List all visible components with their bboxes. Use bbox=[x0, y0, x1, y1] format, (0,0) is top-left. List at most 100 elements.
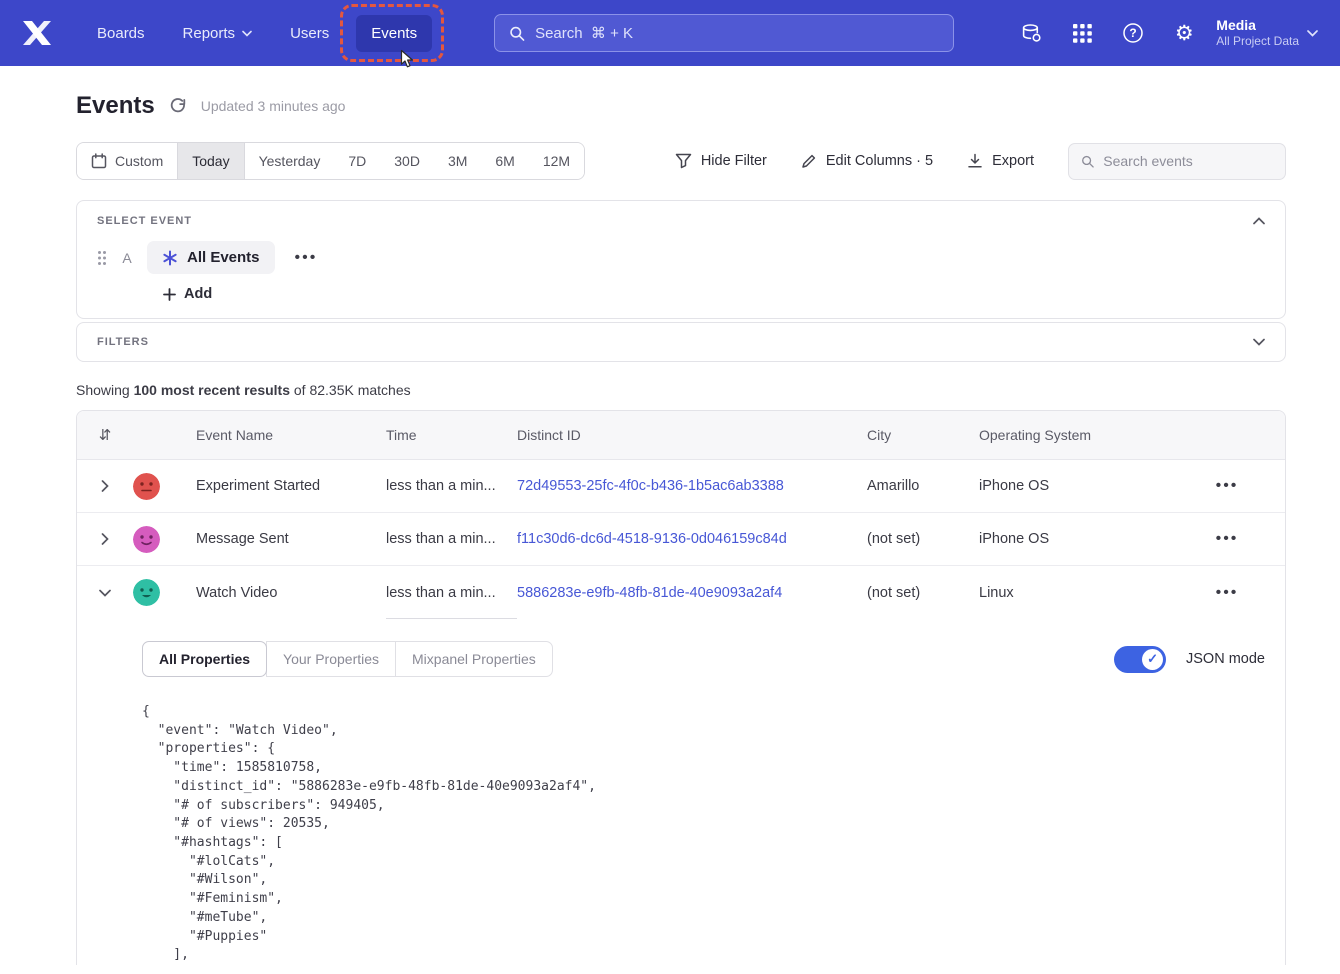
avatar bbox=[133, 579, 160, 606]
mixpanel-logo-icon[interactable] bbox=[20, 19, 54, 47]
os-cell: Linux bbox=[979, 585, 1169, 601]
row-more-options-icon[interactable]: ••• bbox=[1210, 473, 1245, 499]
refresh-icon[interactable] bbox=[169, 97, 187, 115]
distinct-id-link[interactable]: 72d49553-25fc-4f0c-b436-1b5ac6ab3388 bbox=[517, 478, 867, 494]
time-cell: less than a min... bbox=[386, 531, 517, 547]
time-cell: less than a min... bbox=[386, 566, 517, 619]
collapse-row-chevron-down-icon[interactable] bbox=[77, 589, 133, 597]
table-row: Experiment Started less than a min... 72… bbox=[77, 460, 1285, 513]
nav-item-events-wrapper: Events bbox=[356, 15, 432, 52]
event-json-code: { "event": "Watch Video", "properties": … bbox=[142, 703, 1265, 965]
filters-panel: FILTERS bbox=[76, 322, 1286, 362]
all-events-sparkle-icon bbox=[162, 250, 178, 266]
help-icon[interactable]: ? bbox=[1121, 21, 1145, 45]
filters-label: FILTERS bbox=[97, 336, 149, 348]
properties-tabs: All Properties Your Properties Mixpanel … bbox=[142, 641, 553, 677]
pencil-icon bbox=[801, 153, 817, 169]
top-navbar: Boards Reports Users Events bbox=[0, 0, 1340, 66]
data-management-icon[interactable] bbox=[1019, 21, 1043, 45]
city-cell: Amarillo bbox=[867, 478, 979, 494]
global-search[interactable] bbox=[494, 14, 954, 52]
column-header-city[interactable]: City bbox=[867, 427, 979, 443]
range-button-yesterday[interactable]: Yesterday bbox=[245, 143, 335, 179]
city-cell: (not set) bbox=[867, 585, 979, 601]
svg-text:?: ? bbox=[1130, 26, 1137, 40]
primary-nav: Boards Reports Users Events bbox=[82, 15, 436, 52]
search-events-input[interactable] bbox=[1103, 153, 1273, 169]
avatar bbox=[133, 526, 160, 553]
event-detail-panel: All Properties Your Properties Mixpanel … bbox=[77, 619, 1285, 965]
global-search-input[interactable] bbox=[535, 25, 939, 42]
select-event-label: SELECT EVENT bbox=[97, 215, 192, 227]
hide-filter-button[interactable]: Hide Filter bbox=[675, 153, 767, 169]
row-more-options-icon[interactable]: ••• bbox=[1210, 580, 1245, 606]
time-cell: less than a min... bbox=[386, 478, 517, 494]
range-button-3m[interactable]: 3M bbox=[434, 143, 481, 179]
event-more-options-icon[interactable]: ••• bbox=[289, 245, 324, 271]
project-name: Media bbox=[1216, 16, 1299, 34]
select-event-panel: SELECT EVENT A All Event bbox=[76, 200, 1286, 319]
events-table: ⇵ Event Name Time Distinct ID City Opera… bbox=[76, 410, 1286, 965]
drag-handle-icon[interactable] bbox=[97, 250, 107, 266]
row-more-options-icon[interactable]: ••• bbox=[1210, 526, 1245, 552]
results-summary: Showing 100 most recent results of 82.35… bbox=[76, 382, 1286, 398]
json-mode-toggle[interactable]: ✓ bbox=[1114, 646, 1166, 673]
expand-row-chevron-right-icon[interactable] bbox=[77, 533, 133, 545]
apps-grid-icon[interactable] bbox=[1070, 21, 1094, 45]
os-cell: iPhone OS bbox=[979, 531, 1169, 547]
selected-event-name: All Events bbox=[187, 249, 260, 266]
os-cell: iPhone OS bbox=[979, 478, 1169, 494]
table-row: Message Sent less than a min... f11c30d6… bbox=[77, 513, 1285, 566]
event-name-cell[interactable]: Message Sent bbox=[196, 531, 386, 547]
range-button-today[interactable]: Today bbox=[177, 143, 244, 179]
tab-mixpanel-properties[interactable]: Mixpanel Properties bbox=[395, 641, 553, 677]
table-header-row: ⇵ Event Name Time Distinct ID City Opera… bbox=[77, 411, 1285, 460]
tab-all-properties[interactable]: All Properties bbox=[142, 641, 267, 677]
edit-columns-button[interactable]: Edit Columns · 5 bbox=[801, 153, 933, 169]
calendar-icon bbox=[91, 153, 107, 169]
range-button-6m[interactable]: 6M bbox=[481, 143, 528, 179]
search-icon bbox=[1081, 154, 1094, 169]
distinct-id-link[interactable]: f11c30d6-dc6d-4518-9136-0d046159c84d bbox=[517, 531, 867, 547]
column-header-operating-system[interactable]: Operating System bbox=[979, 427, 1169, 443]
project-subtitle: All Project Data bbox=[1216, 34, 1299, 50]
nav-item-boards[interactable]: Boards bbox=[82, 15, 160, 52]
date-range-group: Custom Today Yesterday 7D 30D 3M 6M 12M bbox=[76, 142, 585, 180]
events-page: Events Updated 3 minutes ago Custom Toda… bbox=[0, 66, 1340, 965]
nav-item-users[interactable]: Users bbox=[275, 15, 344, 52]
plus-icon bbox=[163, 288, 176, 301]
column-header-time[interactable]: Time bbox=[386, 427, 517, 443]
range-button-30d[interactable]: 30D bbox=[380, 143, 434, 179]
add-event-button[interactable]: Add bbox=[163, 286, 212, 302]
expand-filters-chevron-down-icon[interactable] bbox=[1253, 338, 1265, 346]
tab-your-properties[interactable]: Your Properties bbox=[266, 641, 396, 677]
settings-gear-icon[interactable]: ⚙ bbox=[1172, 21, 1196, 45]
json-mode-label: JSON mode bbox=[1186, 651, 1265, 667]
distinct-id-link[interactable]: 5886283e-e9fb-48fb-81de-40e9093a2af4 bbox=[517, 585, 867, 601]
expand-row-chevron-right-icon[interactable] bbox=[77, 480, 133, 492]
avatar bbox=[133, 473, 160, 500]
event-selector-chip[interactable]: All Events bbox=[147, 241, 275, 274]
project-selector[interactable]: Media All Project Data bbox=[1216, 16, 1318, 50]
city-cell: (not set) bbox=[867, 531, 979, 547]
chevron-down-icon bbox=[242, 30, 252, 37]
custom-range-button[interactable]: Custom bbox=[77, 143, 177, 179]
export-button[interactable]: Export bbox=[967, 153, 1034, 169]
filter-icon bbox=[675, 153, 692, 169]
range-button-7d[interactable]: 7D bbox=[334, 143, 380, 179]
download-icon bbox=[967, 153, 983, 169]
toolbar: Custom Today Yesterday 7D 30D 3M 6M 12M … bbox=[76, 142, 1286, 180]
event-name-cell[interactable]: Watch Video bbox=[196, 585, 386, 601]
column-header-distinct-id[interactable]: Distinct ID bbox=[517, 427, 867, 443]
search-events-field[interactable] bbox=[1068, 143, 1286, 180]
chevron-down-icon bbox=[1307, 29, 1318, 37]
nav-item-events[interactable]: Events bbox=[356, 15, 432, 52]
nav-item-reports[interactable]: Reports bbox=[168, 15, 268, 52]
event-name-cell[interactable]: Experiment Started bbox=[196, 478, 386, 494]
collapse-panel-chevron-up-icon[interactable] bbox=[1253, 217, 1265, 225]
column-header-event-name[interactable]: Event Name bbox=[196, 427, 386, 443]
event-row-letter: A bbox=[121, 250, 133, 266]
table-row-expanded: Watch Video less than a min... 5886283e-… bbox=[77, 566, 1285, 619]
range-button-12m[interactable]: 12M bbox=[529, 143, 584, 179]
sort-arrows-icon[interactable]: ⇵ bbox=[77, 426, 133, 444]
